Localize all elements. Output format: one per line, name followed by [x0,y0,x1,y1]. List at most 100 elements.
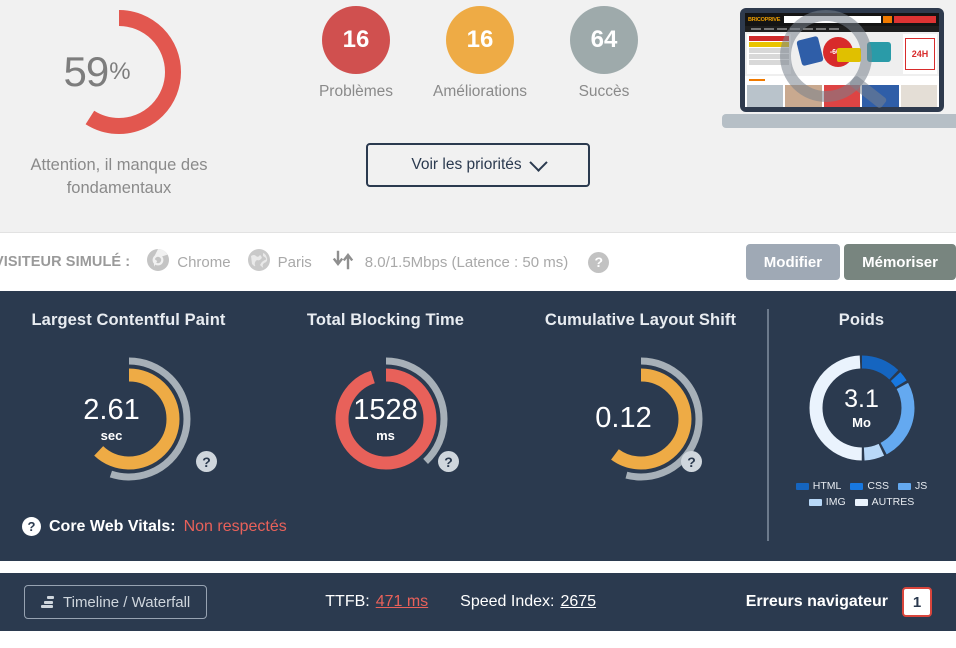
view-priorities-label: Voir les priorités [411,156,522,173]
legend-item-js: JS [897,480,928,492]
legend-label: AUTRES [871,496,915,508]
legend-swatch [808,498,822,506]
counter-bubble: 16 [322,6,390,74]
help-icon[interactable]: ? [196,451,217,472]
counter-problemes[interactable]: 16 Problèmes [300,6,412,101]
preview-shipping-badge: 24H [905,38,935,70]
visitor-network[interactable]: 8.0/1.5Mbps (Latence : 50 ms) [332,250,568,274]
preview-grid-cell [900,85,938,107]
timeline-waterfall-label: Timeline / Waterfall [63,593,191,611]
speed-index-value[interactable]: 2675 [560,593,596,611]
preview-site-header: BRICOPRIVE [745,13,939,26]
preview-hero-products: -60% [793,32,901,76]
visitor-browser[interactable]: Chrome [146,248,231,276]
legend-item-css: CSS [850,480,889,492]
browser-errors-label: Erreurs navigateur [745,593,888,610]
metrics-divider [767,309,769,541]
site-preview-mockup[interactable]: BRICOPRIVE -60% [722,4,956,138]
visitor-browser-name: Chrome [177,253,231,271]
waterfall-icon [41,596,54,608]
speed-index-label: Speed Index: [460,593,555,610]
visitor-network-text: 8.0/1.5Mbps (Latence : 50 ms) [364,253,569,271]
globe-icon [247,248,271,276]
preview-grid-cell [823,85,861,107]
help-icon[interactable]: ? [681,451,702,472]
modify-button[interactable]: Modifier [745,244,841,280]
ttfb-value[interactable]: 471 ms [376,593,428,611]
metric-poids-donut: 3.1 Mo [802,348,922,468]
chrome-icon [146,248,170,276]
metric-cls-title: Cumulative Layout Shift [544,311,737,329]
core-web-vitals-status: Non respectés [183,517,287,535]
visitor-location[interactable]: Paris [247,248,312,276]
preview-product-grid [745,83,939,107]
preview-site-logo: BRICOPRIVE [748,16,781,23]
global-score-number: 59 [63,48,109,95]
counters-group: 16 Problèmes 16 Améliorations 64 Succès [300,6,660,101]
page-root: 59 % Attention, il manque des fondamenta… [0,0,956,648]
metric-tbt-gauge: 1528 ms [311,352,461,487]
metric-cls: Cumulative Layout Shift 0.12 [514,291,767,561]
legend-swatch [850,482,864,490]
poids-legend: HTML CSS JS IMG AUTRES [767,480,956,508]
timeline-waterfall-button[interactable]: Timeline / Waterfall [24,585,208,619]
speed-index-stat: Speed Index: 2675 [460,593,596,611]
memorize-button[interactable]: Mémoriser [844,244,956,280]
preview-grid-cell [785,85,822,107]
counter-bubble: 16 [446,6,514,74]
preview-search-button [883,16,892,23]
browser-errors-group: Erreurs navigateur 1 [746,587,932,617]
legend-swatch [795,482,809,490]
preview-grid-cell [862,85,899,107]
preview-search-box [784,16,881,23]
legend-item-html: HTML [795,480,842,492]
help-icon[interactable]: ? [438,451,459,472]
help-icon[interactable]: ? [588,251,610,273]
metric-lcp-title: Largest Contentful Paint [31,311,226,329]
legend-item-img: IMG [808,496,846,508]
counter-label: Succès [578,83,630,100]
preview-cta-banner [894,16,936,23]
global-score-percent-sign: % [109,58,131,85]
legend-label: CSS [867,480,889,492]
counter-succes[interactable]: 64 Succès [548,6,660,101]
metric-lcp-gauge: 2.61 sec [54,352,204,487]
counter-ameliorations[interactable]: 16 Améliorations [424,6,536,101]
preview-product-planer [837,48,861,62]
metrics-panel: Largest Contentful Paint 2.61 sec Total … [0,291,956,561]
preview-hero: -60% 24H [745,32,939,76]
legend-swatch [854,498,868,506]
metric-tbt: Total Blocking Time 1528 ms [257,291,514,561]
legend-label: IMG [825,496,846,508]
site-screenshot: BRICOPRIVE -60% [745,13,939,107]
global-score-gauge: 59 % [51,4,187,140]
simulated-visitor-bar: VISITEUR SIMULÉ : Chrome Paris 8.0/1.5Mb… [0,232,956,291]
core-web-vitals-label: Core Web Vitals: [49,517,176,535]
legend-label: JS [914,480,928,492]
view-priorities-button[interactable]: Voir les priorités [366,143,590,187]
preview-brand-list [747,34,791,74]
chevron-down-icon [528,152,548,172]
legend-swatch [897,482,911,490]
preview-product-saw [867,42,891,62]
preview-shipping-block: 24H [903,34,937,74]
browser-errors-badge[interactable]: 1 [902,587,932,617]
core-web-vitals-row: ? Core Web Vitals: Non respectés [22,517,287,536]
global-score-block: 59 % Attention, il manque des fondamenta… [0,0,238,215]
metric-tbt-title: Total Blocking Time [306,311,465,329]
ttfb-stat: TTFB: 471 ms [325,593,428,611]
bottom-toolbar: Timeline / Waterfall TTFB: 471 ms Speed … [0,573,956,631]
visitor-actions: Modifier Mémoriser [745,244,956,280]
legend-label: HTML [812,480,842,492]
download-upload-arrows-icon [332,250,358,274]
counter-label: Améliorations [433,83,527,100]
global-score-caption: Attention, il manque des fondamentaux [30,156,208,197]
metric-poids-title: Poids [838,311,885,329]
visitor-location-name: Paris [277,253,312,271]
metric-poids: Poids 3.1 Mo HTML CSS JS IMG AUTRES [767,291,956,561]
preview-tab-strip [745,76,939,83]
counter-bubble: 64 [570,6,638,74]
summary-section: 59 % Attention, il manque des fondamenta… [0,0,956,232]
help-icon[interactable]: ? [22,517,41,536]
global-score-value: 59 % [29,4,165,140]
